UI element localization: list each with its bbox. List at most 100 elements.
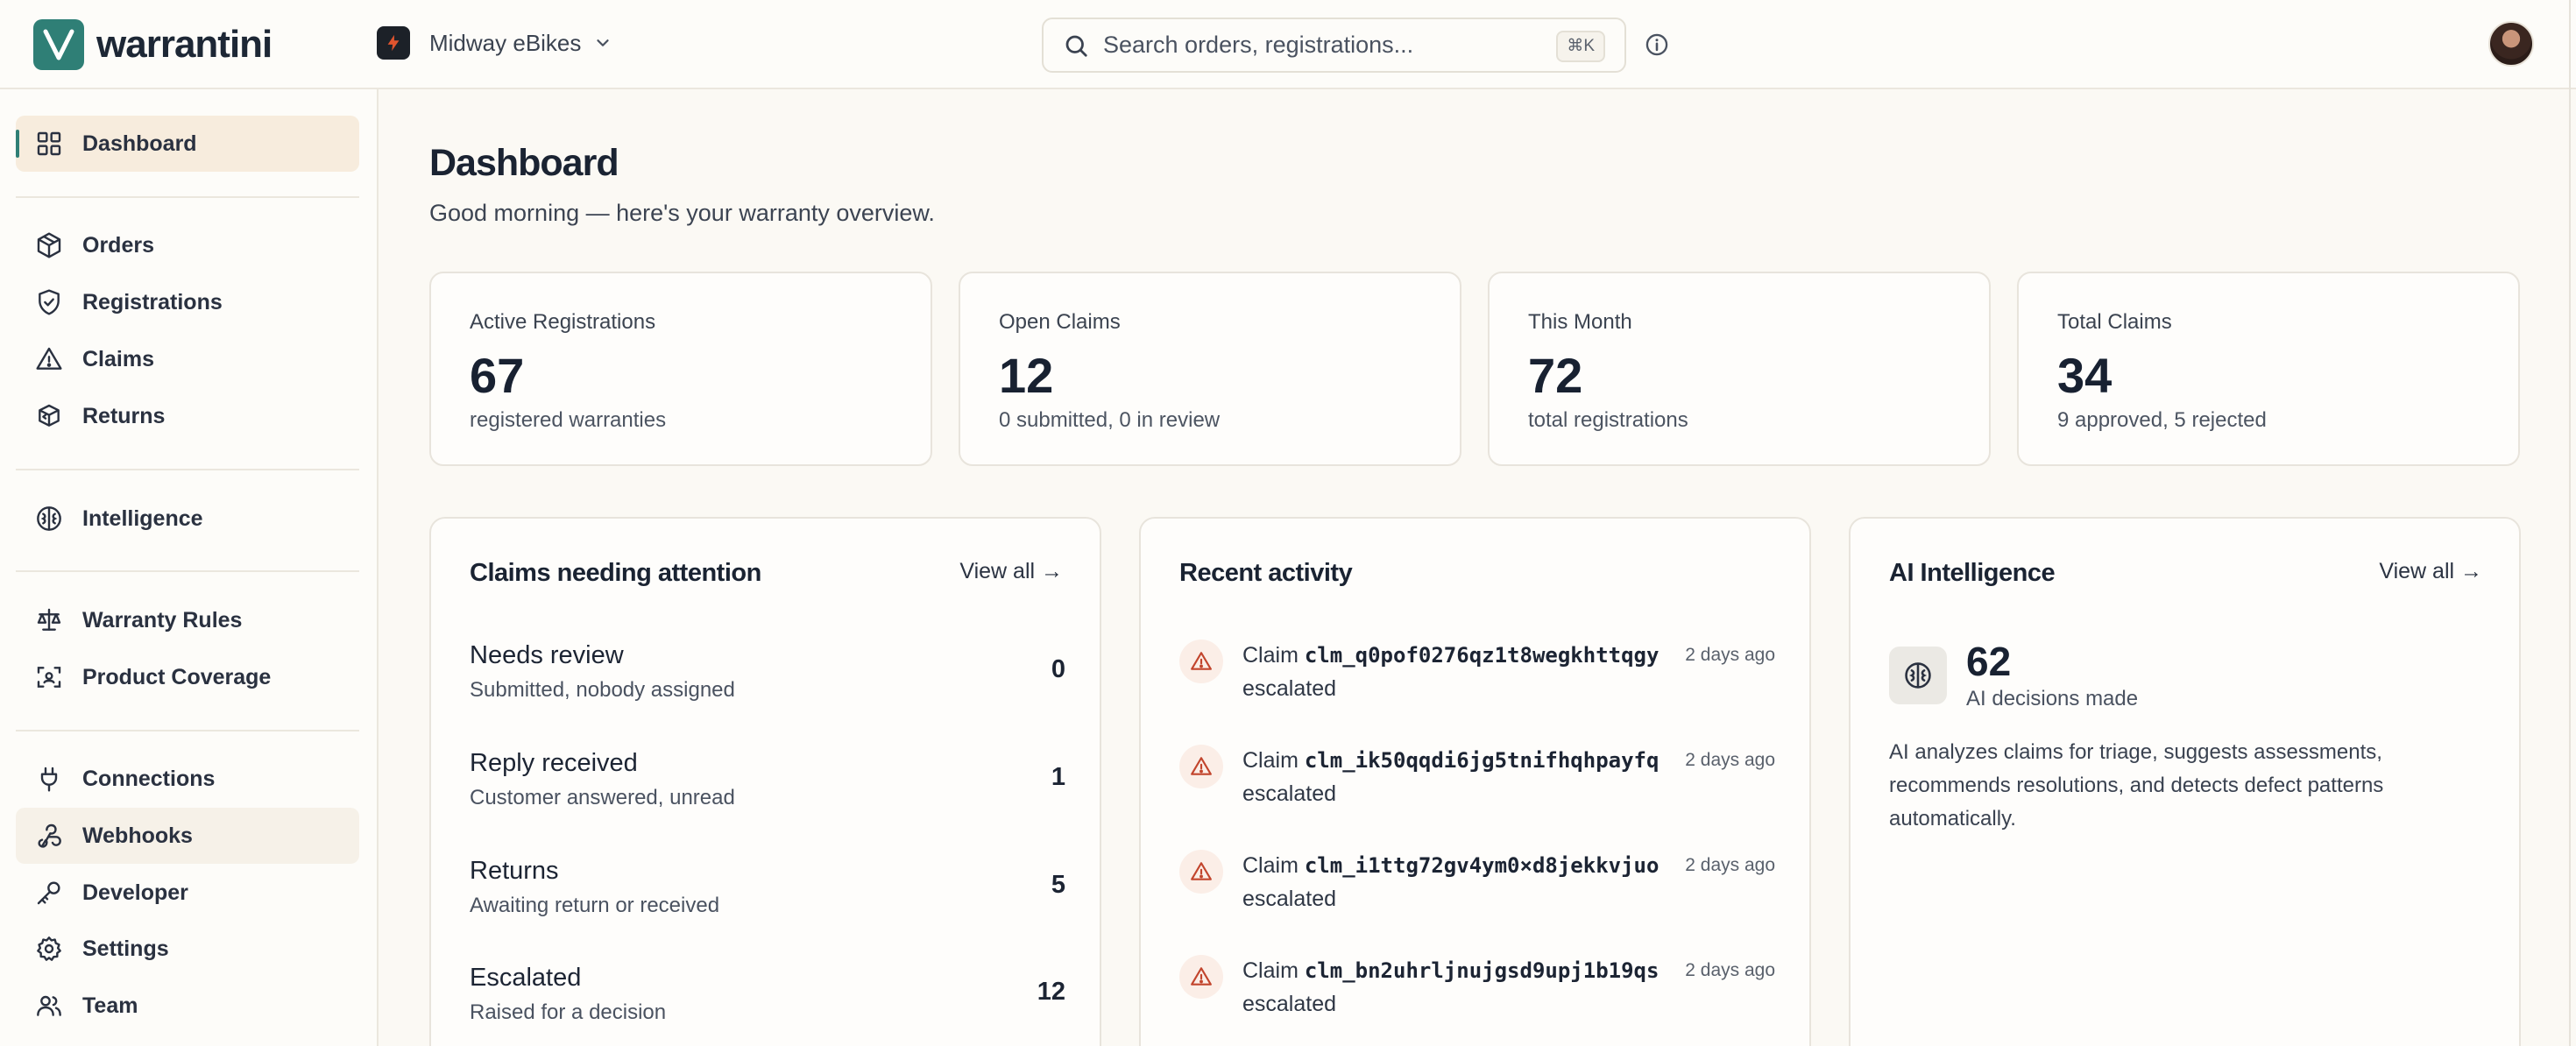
sidebar-item-claims[interactable]: Claims xyxy=(16,331,359,387)
sidebar-item-settings[interactable]: Settings xyxy=(16,921,359,977)
stat-card-open-claims: Open Claims 12 0 submitted, 0 in review xyxy=(959,272,1461,466)
scan-icon xyxy=(37,667,61,688)
warning-icon xyxy=(36,347,62,370)
sidebar-item-orders[interactable]: Orders xyxy=(16,217,359,273)
attention-count: 0 xyxy=(1051,655,1065,683)
view-all-link[interactable]: View all → xyxy=(959,559,1063,584)
attention-subtitle: Awaiting return or received xyxy=(470,894,720,917)
stat-card-active-registrations: Active Registrations 67 registered warra… xyxy=(429,272,932,466)
page-title: Dashboard xyxy=(429,142,619,184)
activity-text: Claim clm_ik50qqdi6jg5tnifhqhpayfq xyxy=(1242,748,1659,774)
attention-row-needs-review[interactable]: Needs review Submitted, nobody assigned … xyxy=(470,641,1065,720)
ai-intelligence-panel: AI Intelligence View all → 62 AI decisio… xyxy=(1849,517,2521,1046)
activity-text: Claim clm_bn2uhrljnujgsd9upj1b19qs xyxy=(1242,958,1659,984)
brain-icon xyxy=(1889,647,1947,704)
shield-check-icon xyxy=(39,289,60,315)
sidebar-item-dashboard[interactable]: Dashboard xyxy=(16,116,359,172)
sidebar-item-label: Developer xyxy=(82,880,188,905)
recent-activity-panel: Recent activity Claim clm_q0pof0276qz1t8… xyxy=(1139,517,1811,1046)
activity-status: escalated xyxy=(1242,887,1337,911)
sidebar: Dashboard Orders Registrations Claims Re… xyxy=(0,89,379,1046)
sidebar-item-label: Registrations xyxy=(82,289,223,315)
stat-card-total-claims: Total Claims 34 9 approved, 5 rejected xyxy=(2017,272,2520,466)
view-all-link[interactable]: View all → xyxy=(2379,559,2482,584)
activity-row[interactable]: Claim clm_bn2uhrljnujgsd9upj1b19qs escal… xyxy=(1179,955,1775,1042)
search-icon xyxy=(1065,35,1087,57)
claim-word: Claim xyxy=(1242,853,1299,878)
attention-subtitle: Submitted, nobody assigned xyxy=(470,678,735,702)
activity-row[interactable]: Claim clm_ik50qqdi6jg5tnifhqhpayfq escal… xyxy=(1179,745,1775,832)
stat-label: Open Claims xyxy=(999,310,1121,334)
activity-row[interactable]: Claim clm_i1ttg72gv4ym0×d8jekkvjuo escal… xyxy=(1179,850,1775,937)
scale-icon xyxy=(37,608,61,631)
activity-time: 2 days ago xyxy=(1685,645,1775,665)
stat-label: Active Registrations xyxy=(470,310,656,334)
attention-count: 1 xyxy=(1051,763,1065,791)
sidebar-item-label: Connections xyxy=(82,766,216,791)
stat-value: 12 xyxy=(999,348,1054,403)
attention-row-escalated[interactable]: Escalated Raised for a decision 12 xyxy=(470,964,1065,1042)
sidebar-item-webhooks[interactable]: Webhooks xyxy=(16,808,359,864)
sidebar-item-warranty-rules[interactable]: Warranty Rules xyxy=(16,592,359,648)
app-name[interactable]: warrantini xyxy=(96,19,272,70)
claim-id[interactable]: clm_i1ttg72gv4ym0×d8jekkvjuo xyxy=(1305,853,1660,878)
stat-caption: 0 submitted, 0 in review xyxy=(999,408,1221,432)
sidebar-item-label: Warranty Rules xyxy=(82,607,243,633)
ai-decisions-value: 62 xyxy=(1966,639,2012,684)
bolt-icon xyxy=(377,26,410,60)
sidebar-item-label: Webhooks xyxy=(82,823,193,848)
key-icon xyxy=(37,881,60,905)
page-subtitle: Good morning — here's your warranty over… xyxy=(429,200,935,226)
attention-title: Escalated xyxy=(470,964,582,992)
attention-title: Returns xyxy=(470,857,559,885)
attention-row-returns[interactable]: Returns Awaiting return or received 5 xyxy=(470,857,1065,936)
attention-title: Needs review xyxy=(470,641,624,669)
org-name: Midway eBikes xyxy=(429,29,582,56)
claim-id[interactable]: clm_bn2uhrljnujgsd9upj1b19qs xyxy=(1305,958,1660,983)
gear-icon xyxy=(37,936,61,961)
activity-time: 2 days ago xyxy=(1685,855,1775,875)
stat-value: 67 xyxy=(470,348,525,403)
chevron-down-icon xyxy=(597,39,610,46)
package-return-icon xyxy=(39,404,60,427)
attention-count: 12 xyxy=(1037,978,1065,1006)
webhook-icon xyxy=(38,823,61,848)
plug-icon xyxy=(40,767,58,792)
window-edge xyxy=(2569,0,2571,1046)
divider xyxy=(16,730,359,731)
sidebar-item-registrations[interactable]: Registrations xyxy=(16,274,359,330)
logo-icon[interactable] xyxy=(33,19,84,70)
ai-description: AI analyzes claims for triage, suggests … xyxy=(1889,740,2384,830)
org-switcher[interactable]: Midway eBikes xyxy=(377,25,612,61)
claim-word: Claim xyxy=(1242,958,1299,983)
activity-status: escalated xyxy=(1242,781,1337,806)
warning-icon xyxy=(1179,640,1223,683)
sidebar-item-developer[interactable]: Developer xyxy=(16,865,359,921)
sidebar-item-label: Team xyxy=(82,993,138,1018)
activity-status: escalated xyxy=(1242,992,1337,1016)
brain-icon xyxy=(37,506,61,531)
activity-text: Claim clm_i1ttg72gv4ym0×d8jekkvjuo xyxy=(1242,853,1659,879)
info-icon[interactable] xyxy=(1645,32,1669,57)
search-input[interactable]: Search orders, registrations... ⌘K xyxy=(1042,18,1626,73)
main-content: Dashboard Good morning — here's your war… xyxy=(380,89,2569,1046)
sidebar-item-team[interactable]: Team xyxy=(16,978,359,1034)
claim-word: Claim xyxy=(1242,643,1299,668)
attention-subtitle: Customer answered, unread xyxy=(470,786,735,809)
sidebar-item-product-coverage[interactable]: Product Coverage xyxy=(16,649,359,705)
claim-id[interactable]: clm_ik50qqdi6jg5tnifhqhpayfq xyxy=(1305,748,1660,773)
sidebar-item-returns[interactable]: Returns xyxy=(16,388,359,444)
sidebar-item-intelligence[interactable]: Intelligence xyxy=(16,491,359,547)
sidebar-item-label: Settings xyxy=(82,936,169,961)
claim-id[interactable]: clm_q0pof0276qz1t8wegkhttqgy xyxy=(1305,643,1660,668)
activity-row[interactable]: Claim clm_q0pof0276qz1t8wegkhttqgy escal… xyxy=(1179,640,1775,727)
sidebar-item-connections[interactable]: Connections xyxy=(16,751,359,807)
attention-row-reply-received[interactable]: Reply received Customer answered, unread… xyxy=(470,749,1065,828)
divider xyxy=(16,469,359,470)
avatar[interactable] xyxy=(2488,21,2534,67)
stat-caption: 9 approved, 5 rejected xyxy=(2057,408,2267,432)
warning-icon xyxy=(1179,745,1223,788)
sidebar-item-label: Returns xyxy=(82,403,166,428)
claims-attention-panel: Claims needing attention View all → Need… xyxy=(429,517,1101,1046)
divider xyxy=(16,196,359,198)
